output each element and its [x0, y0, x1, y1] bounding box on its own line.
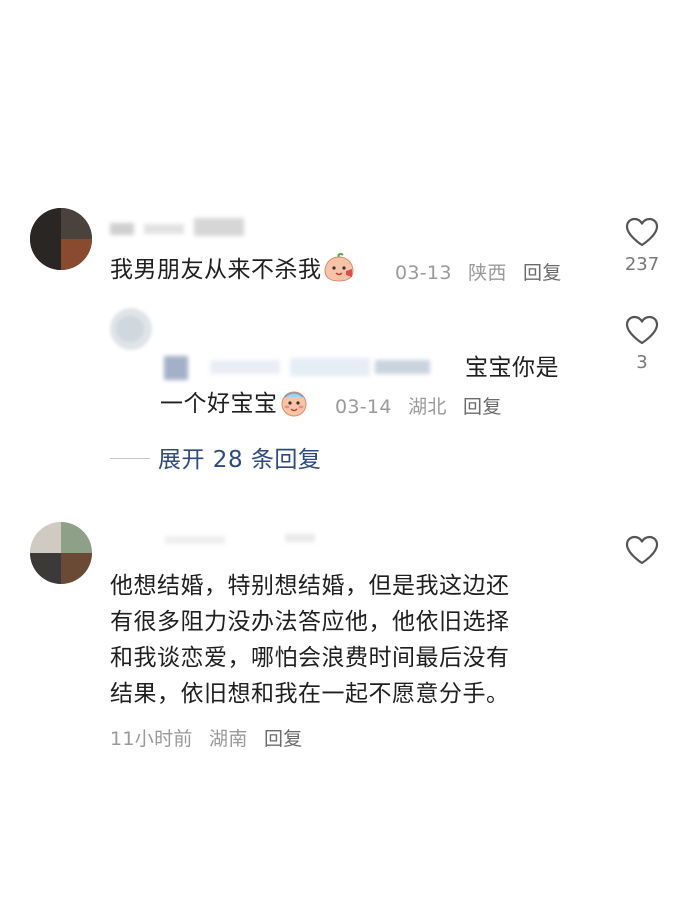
comment-location: 陕西 — [468, 262, 507, 284]
expand-replies-button[interactable]: 展开 28 条回复 — [158, 440, 321, 474]
like-button[interactable]: 237 — [612, 216, 672, 275]
reply-like-count: 3 — [636, 352, 648, 373]
reply-date: 03-14 — [335, 396, 392, 418]
heart-outline-icon — [625, 535, 659, 565]
avatar[interactable] — [30, 208, 92, 270]
like-button[interactable] — [612, 534, 672, 570]
username-redacted[interactable] — [165, 530, 345, 550]
reply-text-line-1: 宝宝你是 — [465, 355, 559, 381]
reply-like-button[interactable]: 3 — [612, 314, 672, 373]
reply-username-redacted[interactable] — [160, 350, 450, 386]
reply-meta: 03-14 湖北 回复 — [335, 392, 512, 419]
username-redacted[interactable] — [110, 218, 250, 238]
comment-location: 湖南 — [209, 728, 248, 750]
expand-divider — [110, 458, 150, 459]
heart-outline-icon — [625, 315, 659, 345]
comment-text-line: 和我谈恋爱，哪怕会浪费时间最后没有 — [110, 645, 510, 671]
comment-text: 他想结婚，特别想结婚，但是我这边还 有很多阻力没办法答应他，他依旧选择 和我谈恋… — [110, 568, 600, 712]
comment-date: 03-13 — [395, 262, 452, 284]
comment-time: 11小时前 — [110, 728, 193, 750]
comment-text: 我男朋友从来不杀我 — [110, 252, 356, 294]
avatar[interactable] — [30, 522, 92, 584]
comment-text-line: 结果，依旧想和我在一起不愿意分手。 — [110, 681, 510, 707]
reply-avatar[interactable] — [110, 308, 152, 350]
reply-text-line-2: 一个好宝宝 — [160, 386, 310, 428]
reply-button[interactable]: 回复 — [523, 262, 562, 284]
reply-button[interactable]: 回复 — [463, 396, 502, 418]
peach-face-emoji-icon — [278, 387, 310, 428]
comment-meta: 03-13 陕西 回复 — [395, 258, 572, 285]
comment-text-line: 有很多阻力没办法答应他，他依旧选择 — [110, 609, 510, 635]
like-count: 237 — [624, 254, 660, 275]
reply-location: 湖北 — [408, 396, 447, 418]
heart-outline-icon — [625, 217, 659, 247]
reply-button[interactable]: 回复 — [264, 728, 303, 750]
comment-text-line: 他想结婚，特别想结婚，但是我这边还 — [110, 573, 510, 599]
comment-meta: 11小时前 湖南 回复 — [110, 724, 313, 751]
peach-face-emoji-icon — [322, 252, 356, 294]
